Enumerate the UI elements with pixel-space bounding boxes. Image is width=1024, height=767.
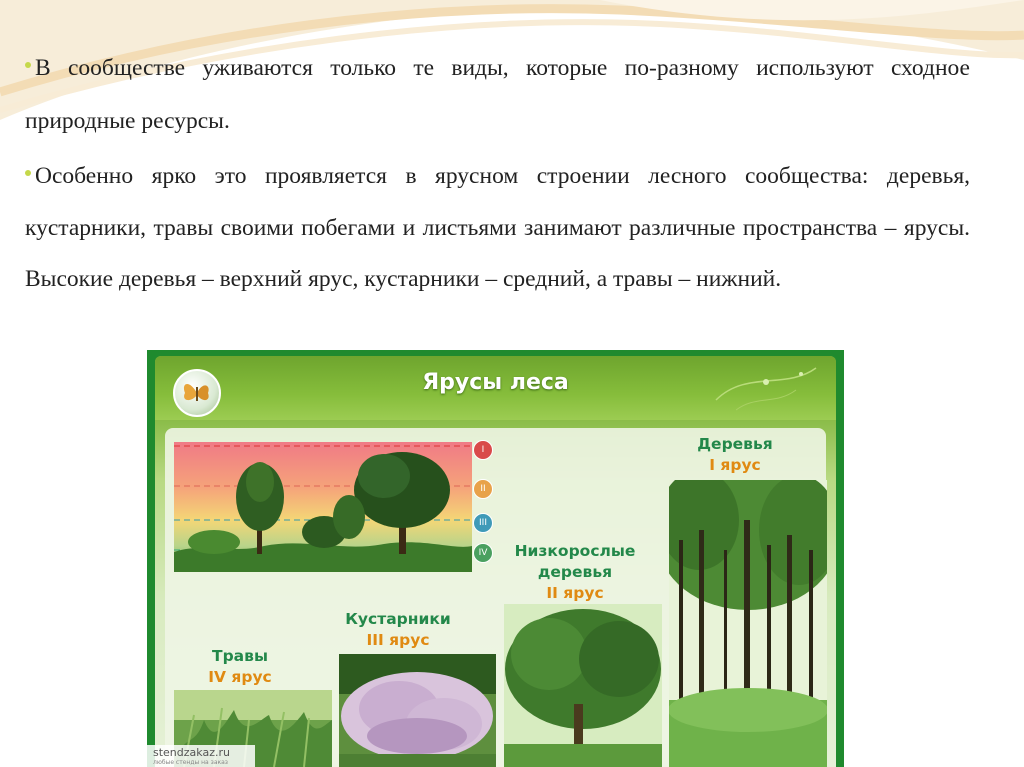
watermark-subtext: любые стенды на заказ (153, 759, 228, 766)
label-trees-name: Деревья (697, 435, 773, 453)
forest-tiers-poster: Ярусы леса I II III IV Деревья I ярус Ни… (147, 350, 844, 767)
bullet-list: В сообществе уживаются только те виды, к… (25, 42, 970, 306)
trees-photo (669, 480, 827, 767)
bullet-item: В сообществе уживаются только те виды, к… (25, 42, 970, 148)
leaf-ornament-icon (715, 367, 817, 411)
label-grass-name: Травы (212, 647, 268, 665)
bullet-dot-icon (25, 61, 31, 68)
label-shrubs-tier: III ярус (366, 631, 430, 649)
poster-header: Ярусы леса (155, 356, 836, 420)
label-small-trees-name2: деревья (537, 563, 613, 581)
label-small-trees-tier: II ярус (546, 584, 604, 602)
label-shrubs: Кустарники III ярус (343, 609, 453, 651)
bullet-item: Особенно ярко это проявляется в ярусном … (25, 151, 970, 306)
label-trees: Деревья I ярус (675, 434, 795, 476)
bullet-text: В сообществе уживаются только те виды, к… (25, 55, 970, 134)
label-small-trees: Низкорослые деревья II ярус (505, 541, 645, 604)
watermark-text: stendzakaz.ru (153, 746, 230, 759)
tier-marker-1: I (473, 440, 493, 460)
shrubs-photo (339, 654, 496, 767)
label-trees-tier: I ярус (709, 456, 761, 474)
tier-marker-3: III (473, 513, 493, 533)
label-grass: Травы IV ярус (195, 646, 285, 688)
bottom-right-strip (844, 738, 1024, 767)
bullet-dot-icon (25, 169, 31, 176)
small-trees-photo (504, 604, 662, 767)
tier-marker-2: II (473, 479, 493, 499)
watermark: stendzakaz.ru любые стенды на заказ (147, 745, 255, 767)
label-shrubs-name: Кустарники (345, 610, 451, 628)
tier-diagram (174, 442, 472, 572)
poster-background: Ярусы леса I II III IV Деревья I ярус Ни… (155, 356, 836, 767)
bullet-text: Особенно ярко это проявляется в ярусном … (25, 163, 970, 292)
tier-marker-4: IV (473, 543, 493, 563)
label-grass-tier: IV ярус (208, 668, 272, 686)
label-small-trees-name1: Низкорослые (514, 542, 636, 560)
